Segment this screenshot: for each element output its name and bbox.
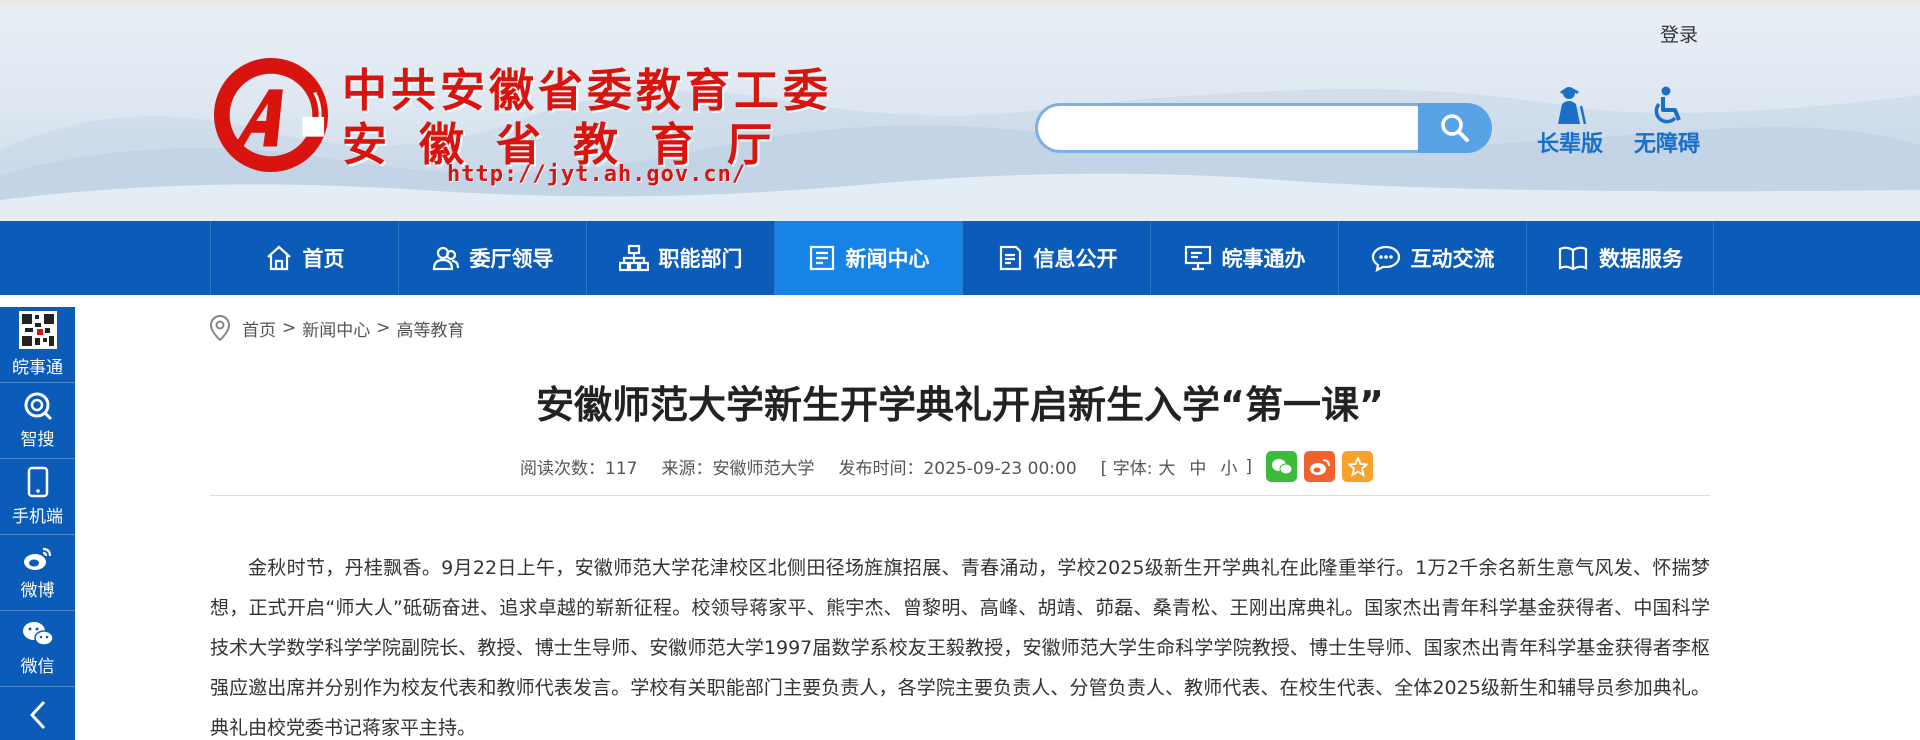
sidebar-item-label: 微博 bbox=[20, 581, 55, 601]
read-count: 阅读次数：117 bbox=[520, 459, 638, 479]
nav-item-departments[interactable]: 职能部门 bbox=[586, 221, 774, 295]
breadcrumb-higher-education[interactable]: 高等教育 bbox=[397, 316, 465, 341]
nav-item-label: 皖事通办 bbox=[1221, 247, 1306, 271]
search-button[interactable] bbox=[1418, 103, 1492, 153]
news-icon bbox=[809, 245, 834, 271]
nav-item-label: 首页 bbox=[302, 247, 345, 271]
nav-item-label: 互动交流 bbox=[1410, 247, 1495, 271]
font-size-large[interactable]: 大 bbox=[1158, 454, 1175, 479]
nav-item-news[interactable]: 新闻中心 bbox=[774, 221, 962, 295]
login-link[interactable]: 登录 bbox=[1660, 20, 1698, 47]
breadcrumb-separator: > bbox=[376, 318, 391, 338]
nav-item-data[interactable]: 数据服务 bbox=[1526, 221, 1714, 295]
search-box bbox=[1035, 103, 1492, 153]
article-meta: 阅读次数：117 来源：安徽师范大学 发布时间：2025-09-23 00:00… bbox=[520, 451, 1380, 482]
smart-search-icon bbox=[24, 392, 52, 421]
breadcrumb: 首页 > 新闻中心 > 高等教育 bbox=[210, 315, 465, 341]
search-icon bbox=[1441, 114, 1469, 142]
share-favorite-button[interactable] bbox=[1342, 451, 1374, 482]
article-source: 来源：安徽师范大学 bbox=[661, 459, 815, 479]
sidebar-item-label: 皖事通 bbox=[12, 358, 63, 378]
nav-item-disclosure[interactable]: 信息公开 bbox=[962, 221, 1150, 295]
elder-mode-link[interactable]: 长辈版 bbox=[1530, 86, 1610, 158]
elder-mode-label: 长辈版 bbox=[1536, 132, 1603, 157]
breadcrumb-separator: > bbox=[282, 318, 297, 338]
sidebar-item-label: 手机端 bbox=[12, 507, 63, 527]
org-chart-icon bbox=[618, 244, 649, 272]
breadcrumb-home[interactable]: 首页 bbox=[242, 316, 276, 341]
share-weibo-button[interactable] bbox=[1304, 451, 1336, 482]
nav-item-label: 委厅领导 bbox=[469, 247, 554, 271]
logo-url: http://jyt.ah.gov.cn/ bbox=[447, 162, 747, 187]
wechat-icon bbox=[22, 622, 54, 646]
sidebar-item-mobile[interactable]: 手机端 bbox=[0, 459, 75, 535]
chat-icon bbox=[1371, 245, 1400, 272]
nav-item-label: 职能部门 bbox=[658, 247, 743, 271]
home-icon bbox=[266, 245, 291, 271]
star-icon bbox=[1347, 456, 1368, 477]
logo-emblem-icon bbox=[213, 57, 329, 173]
sidebar-item-label: 智搜 bbox=[20, 430, 55, 450]
search-input[interactable] bbox=[1035, 103, 1425, 153]
sidebar-collapse-button[interactable] bbox=[0, 687, 75, 740]
breadcrumb-news-center[interactable]: 新闻中心 bbox=[302, 316, 370, 341]
sidebar-item-wanshitong[interactable]: 皖事通 bbox=[0, 307, 75, 383]
mobile-icon bbox=[27, 466, 48, 498]
chevron-left-icon bbox=[29, 700, 45, 730]
font-size-label: [ 字体: bbox=[1100, 459, 1153, 479]
location-pin-icon bbox=[210, 315, 230, 341]
nav-item-interaction[interactable]: 互动交流 bbox=[1338, 221, 1526, 295]
wechat-icon bbox=[1271, 458, 1293, 474]
nav-item-label: 新闻中心 bbox=[845, 247, 930, 271]
main-nav: 首页 委厅领导 职能部门 新闻中心 信息公开 皖事通办 互动交流 数据服务 bbox=[0, 221, 1920, 295]
people-icon bbox=[432, 246, 459, 271]
sidebar-item-label: 微信 bbox=[20, 657, 55, 677]
font-size-small[interactable]: 小 bbox=[1220, 454, 1237, 479]
title-divider bbox=[210, 495, 1710, 496]
nav-item-home[interactable]: 首页 bbox=[210, 221, 398, 295]
monitor-icon bbox=[1184, 245, 1211, 271]
accessibility-link[interactable]: 无障碍 bbox=[1627, 86, 1707, 158]
site-logo[interactable]: 中共安徽省委教育工委 安徽省教育厅 http://jyt.ah.gov.cn/ bbox=[212, 52, 832, 192]
floating-sidebar: 皖事通 智搜 手机端 微博 微信 bbox=[0, 307, 75, 740]
accessibility-label: 无障碍 bbox=[1633, 132, 1700, 157]
elder-icon bbox=[1558, 87, 1587, 125]
wheelchair-icon bbox=[1654, 86, 1681, 124]
nav-item-leaders[interactable]: 委厅领导 bbox=[398, 221, 586, 295]
qr-code-icon bbox=[18, 311, 57, 349]
font-size-medium[interactable]: 中 bbox=[1189, 454, 1206, 479]
share-buttons bbox=[1266, 451, 1380, 482]
book-icon bbox=[1558, 246, 1588, 271]
publish-time: 发布时间：2025-09-23 00:00 bbox=[838, 459, 1077, 479]
share-wechat-button[interactable] bbox=[1266, 451, 1298, 482]
site-header: 登录 中共安徽省委教育工委 安徽省教育厅 http://jyt.ah.gov.c… bbox=[0, 0, 1920, 221]
document-icon bbox=[999, 245, 1021, 271]
font-size-bracket: ] bbox=[1245, 456, 1253, 477]
sidebar-item-wechat[interactable]: 微信 bbox=[0, 611, 75, 687]
sidebar-item-smart-search[interactable]: 智搜 bbox=[0, 383, 75, 459]
weibo-icon bbox=[1309, 458, 1330, 475]
article-title: 安徽师范大学新生开学典礼开启新生入学“第一课” bbox=[536, 383, 1384, 427]
article-body: 金秋时节，丹桂飘香。9月22日上午，安徽师范大学花津校区北侧田径场旌旗招展、青春… bbox=[210, 557, 1710, 739]
nav-item-services[interactable]: 皖事通办 bbox=[1150, 221, 1338, 295]
nav-item-label: 信息公开 bbox=[1033, 247, 1118, 271]
weibo-icon bbox=[23, 547, 51, 570]
nav-item-label: 数据服务 bbox=[1599, 247, 1683, 271]
sidebar-item-weibo[interactable]: 微博 bbox=[0, 535, 75, 611]
